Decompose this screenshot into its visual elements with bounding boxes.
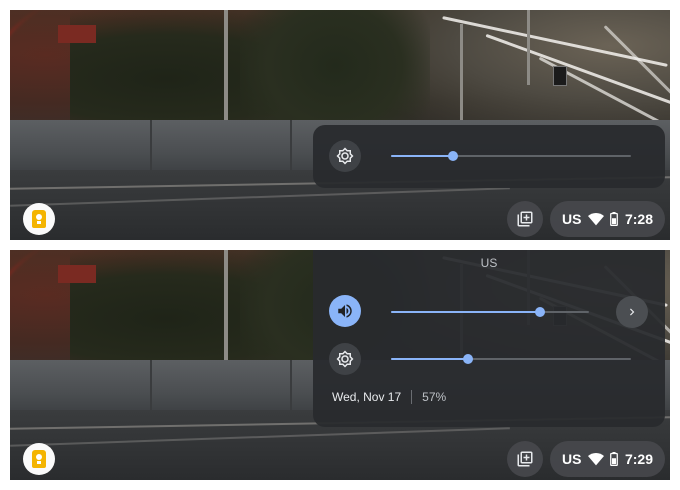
audio-settings-button[interactable] (616, 296, 648, 328)
brightness-slider-thumb[interactable] (462, 354, 473, 364)
wifi-icon (587, 213, 604, 226)
ime-label: US (480, 256, 498, 270)
chevron-right-icon (630, 308, 635, 316)
image-stack-icon (517, 451, 533, 467)
date-label[interactable]: Wed, Nov 17 (332, 390, 401, 404)
quick-settings-bubble: US Wed, Nov 17 57% (313, 250, 665, 427)
battery-icon (610, 452, 619, 466)
wifi-icon (587, 453, 604, 466)
brightness-icon (336, 147, 354, 165)
brightness-icon (336, 350, 354, 368)
image-stack-icon (517, 211, 533, 227)
volume-slider[interactable] (391, 307, 589, 317)
battery-percent: 57% (422, 390, 447, 404)
launcher-button[interactable] (23, 203, 55, 235)
status-area[interactable]: US 7:29 (550, 441, 665, 477)
ime-indicator: US (562, 211, 582, 227)
brightness-button[interactable] (329, 343, 361, 375)
volume-mute-button[interactable] (329, 295, 361, 327)
footer-divider (411, 390, 413, 404)
launcher-button[interactable] (23, 443, 55, 475)
screenshot-before: US 7:28 (10, 10, 670, 240)
volume-icon (338, 304, 352, 318)
tray-clipboard-button[interactable] (507, 201, 543, 237)
bubble-footer: Wed, Nov 17 57% (332, 390, 446, 404)
clock: 7:28 (624, 211, 653, 227)
keep-icon (32, 210, 46, 228)
battery-icon (610, 212, 619, 226)
brightness-slider[interactable] (391, 151, 631, 161)
volume-slider-thumb[interactable] (534, 307, 545, 317)
quick-settings-bubble (313, 125, 665, 188)
ime-indicator: US (562, 451, 582, 467)
brightness-slider-thumb[interactable] (448, 151, 459, 161)
status-area[interactable]: US 7:28 (550, 201, 665, 237)
brightness-slider[interactable] (391, 354, 631, 364)
clock: 7:29 (624, 451, 653, 467)
brightness-button[interactable] (329, 140, 361, 172)
screenshot-after: US Wed, Nov 17 57% US 7:29 (10, 250, 670, 480)
keep-icon (32, 450, 46, 468)
tray-clipboard-button[interactable] (507, 441, 543, 477)
